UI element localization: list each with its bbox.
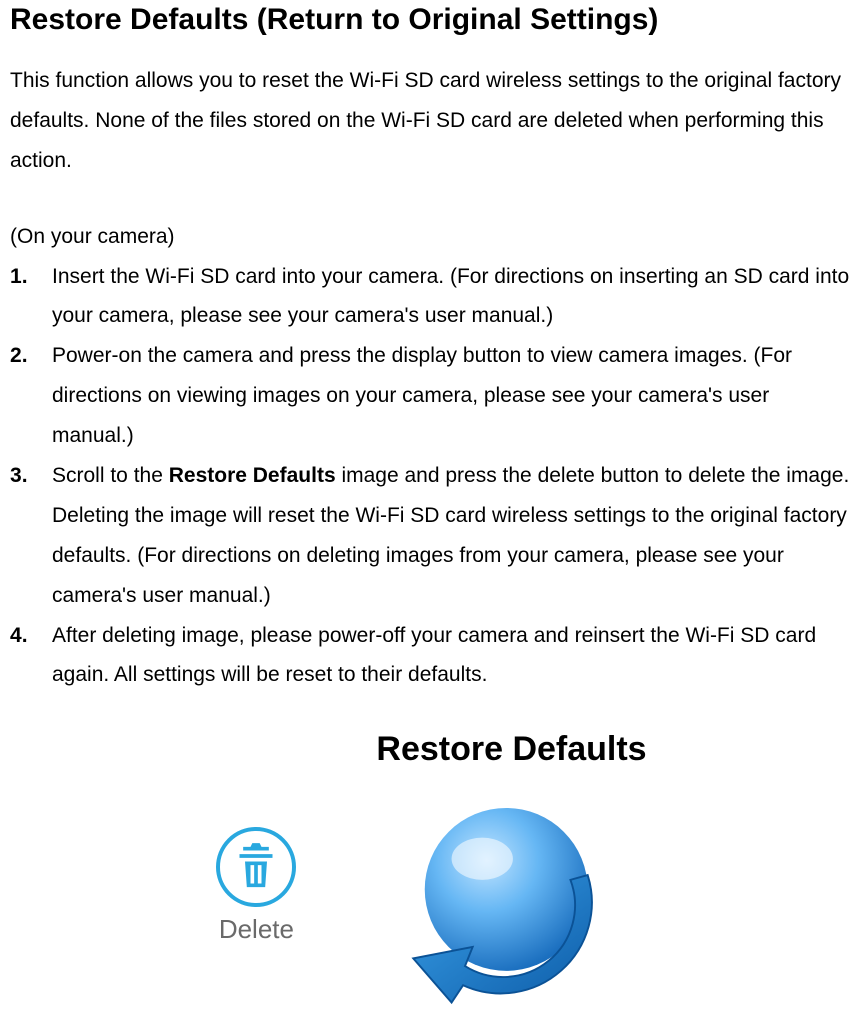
figure-row: Delete Restore Defaults [10, 729, 853, 1014]
restore-defaults-icon [396, 784, 626, 1014]
context-label: (On your camera) [10, 217, 853, 257]
delete-label: Delete [219, 911, 294, 947]
step-2: Power-on the camera and press the displa… [10, 336, 853, 456]
restore-defaults-title: Restore Defaults [376, 729, 646, 770]
delete-icon-block: Delete [216, 827, 296, 947]
step-3-pre: Scroll to the [52, 464, 169, 487]
trash-icon [216, 827, 296, 907]
step-3-bold: Restore Defaults [169, 464, 336, 487]
steps-list: Insert the Wi-Fi SD card into your camer… [10, 257, 853, 696]
intro-paragraph: This function allows you to reset the Wi… [10, 61, 853, 181]
step-3: Scroll to the Restore Defaults image and… [10, 456, 853, 616]
step-4: After deleting image, please power-off y… [10, 616, 853, 696]
step-1: Insert the Wi-Fi SD card into your camer… [10, 257, 853, 337]
page-title: Restore Defaults (Return to Original Set… [10, 0, 853, 39]
restore-defaults-block: Restore Defaults [376, 729, 646, 1014]
